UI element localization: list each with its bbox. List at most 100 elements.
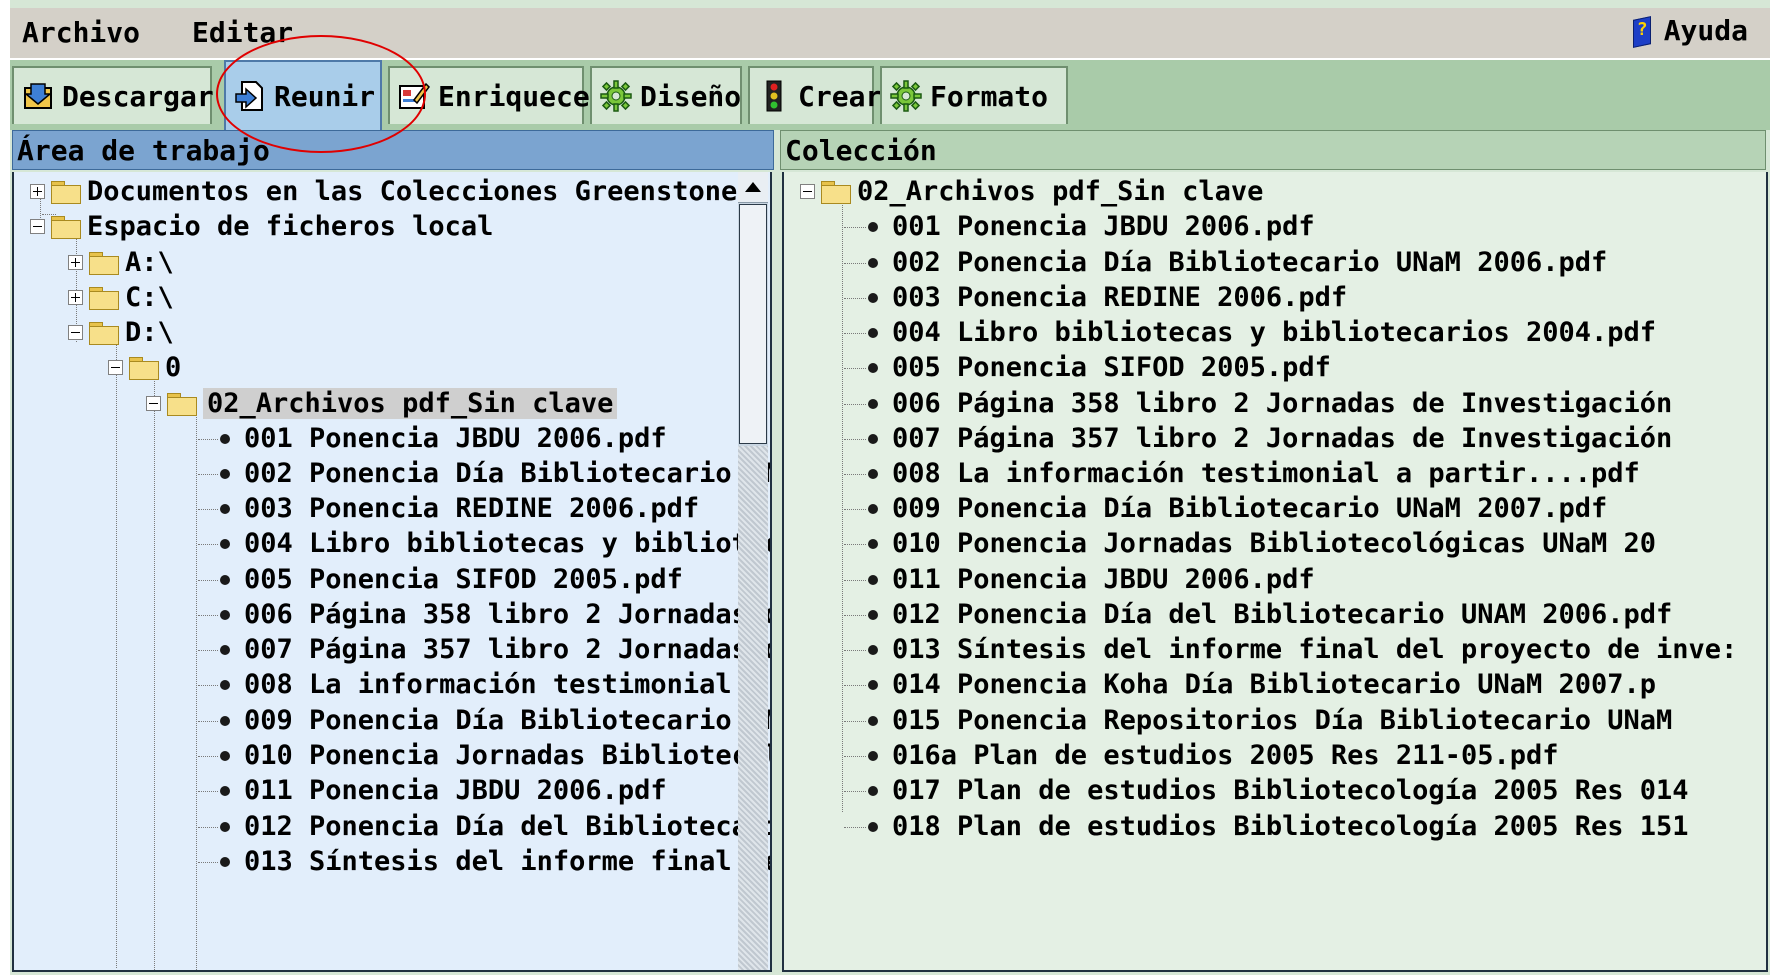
- file-bullet-icon: [868, 362, 878, 373]
- collection-folder-node[interactable]: 02_Archivos pdf_Sin clave: [800, 174, 1263, 209]
- file-label: 013 Síntesis del informe final del proye…: [892, 634, 1738, 665]
- file-bullet-icon: [868, 433, 878, 444]
- scroll-up-arrow-icon[interactable]: [738, 172, 768, 203]
- tree-node-drive-d[interactable]: D:\: [68, 315, 174, 350]
- tree-node-greenstone-collections[interactable]: Documentos en las Colecciones Greenstone: [30, 174, 737, 209]
- file-label: 004 Libro bibliotecas y bibliotecarios 2…: [892, 317, 1657, 348]
- file-label: 005 Ponencia SIFOD 2005.pdf: [244, 564, 683, 595]
- collection-file[interactable]: 014 Ponencia Koha Día Bibliotecario UNaM…: [868, 667, 1656, 702]
- file-bullet-icon: [868, 750, 878, 761]
- gear-icon: [600, 80, 632, 112]
- file-label: 008 La información testimonial a partir.…: [892, 458, 1640, 489]
- collection-file[interactable]: 016a Plan de estudios 2005 Res 211-05.pd…: [868, 738, 1558, 773]
- expand-icon[interactable]: [30, 184, 45, 199]
- tab-formato-label: Formato: [930, 79, 1049, 113]
- tree-file[interactable]: 008 La información testimonial a part: [220, 667, 770, 702]
- collection-file[interactable]: 007 Página 357 libro 2 Jornadas de Inves…: [868, 421, 1672, 456]
- file-bullet-icon: [220, 433, 230, 444]
- collection-file[interactable]: 008 La información testimonial a partir.…: [868, 456, 1640, 491]
- scrollbar-thumb[interactable]: [739, 204, 767, 444]
- file-label: 002 Ponencia Día Bibliotecario UNaM: [244, 458, 772, 489]
- tree-node-folder-0[interactable]: 0: [108, 350, 181, 385]
- file-label: 006 Página 358 libro 2 Jornadas de I: [244, 599, 772, 630]
- file-label: 002 Ponencia Día Bibliotecario UNaM 2006…: [892, 247, 1608, 278]
- tree-node-drive-c[interactable]: C:\: [68, 280, 174, 315]
- menu-ayuda[interactable]: ? Ayuda: [1630, 14, 1748, 48]
- open-folder-icon: [89, 321, 119, 345]
- collection-file[interactable]: 012 Ponencia Día del Bibliotecario UNAM …: [868, 597, 1672, 632]
- folder-icon: [89, 251, 119, 275]
- file-bullet-icon: [868, 292, 878, 303]
- tree-file[interactable]: 007 Página 357 libro 2 Jornadas de I: [220, 632, 770, 667]
- collection-file[interactable]: 001 Ponencia JBDU 2006.pdf: [868, 209, 1315, 244]
- tree-node-local-files[interactable]: Espacio de ficheros local: [30, 209, 493, 244]
- file-label: 001 Ponencia JBDU 2006.pdf: [892, 211, 1315, 242]
- scrollbar-track[interactable]: [738, 446, 768, 970]
- tab-crear[interactable]: Crear: [748, 66, 882, 124]
- collection-file[interactable]: 015 Ponencia Repositorios Día Biblioteca…: [868, 703, 1672, 738]
- file-bullet-icon: [868, 503, 878, 514]
- expand-icon[interactable]: [68, 255, 83, 270]
- download-icon: [22, 80, 54, 112]
- collection-panel-title: Colección: [780, 130, 1766, 170]
- collection-file[interactable]: 006 Página 358 libro 2 Jornadas de Inves…: [868, 386, 1672, 421]
- collection-file[interactable]: 005 Ponencia SIFOD 2005.pdf: [868, 350, 1331, 385]
- tree-node-label: C:\: [125, 282, 174, 313]
- collection-file[interactable]: 017 Plan de estudios Bibliotecología 200…: [868, 773, 1689, 808]
- collection-file[interactable]: 003 Ponencia REDINE 2006.pdf: [868, 280, 1347, 315]
- tree-file[interactable]: 012 Ponencia Día del Bibliotecario UN: [220, 809, 770, 844]
- workspace-tree-panel[interactable]: Documentos en las Colecciones Greenstone…: [12, 172, 772, 972]
- file-label: 003 Ponencia REDINE 2006.pdf: [244, 493, 700, 524]
- file-label: 015 Ponencia Repositorios Día Biblioteca…: [892, 705, 1673, 736]
- collection-file[interactable]: 013 Síntesis del informe final del proye…: [868, 632, 1737, 667]
- tab-formato[interactable]: Formato: [880, 66, 1068, 124]
- collection-file[interactable]: 011 Ponencia JBDU 2006.pdf: [868, 562, 1315, 597]
- file-label: 010 Ponencia Jornadas Bibliotecológicas …: [892, 528, 1657, 559]
- menu-archivo[interactable]: Archivo: [22, 16, 140, 49]
- tab-descargar[interactable]: Descargar: [12, 66, 214, 124]
- collapse-icon[interactable]: [30, 219, 45, 234]
- help-book-icon: ?: [1630, 15, 1654, 48]
- collapse-icon[interactable]: [108, 360, 123, 375]
- file-label: 017 Plan de estudios Bibliotecología 200…: [892, 775, 1689, 806]
- tree-file[interactable]: 013 Síntesis del informe final del proy: [220, 844, 770, 879]
- tree-file[interactable]: 006 Página 358 libro 2 Jornadas de I: [220, 597, 772, 632]
- tree-file[interactable]: 010 Ponencia Jornadas Bibliotecológi: [220, 738, 770, 773]
- collection-tree-panel[interactable]: 02_Archivos pdf_Sin clave 001 Ponencia J…: [782, 172, 1768, 972]
- file-bullet-icon: [220, 468, 230, 479]
- tree-file[interactable]: 011 Ponencia JBDU 2006.pdf: [220, 773, 667, 808]
- file-label: 016a Plan de estudios 2005 Res 211-05.pd…: [892, 740, 1559, 771]
- collapse-icon[interactable]: [68, 325, 83, 340]
- tree-file[interactable]: 002 Ponencia Día Bibliotecario UNaM: [220, 456, 772, 491]
- collapse-icon[interactable]: [146, 396, 161, 411]
- traffic-light-icon: [758, 80, 790, 112]
- tree-node-drive-a[interactable]: A:\: [68, 245, 174, 280]
- collection-file[interactable]: 004 Libro bibliotecas y bibliotecarios 2…: [868, 315, 1656, 350]
- tree-file[interactable]: 004 Libro bibliotecas y bibliotecarios: [220, 526, 770, 561]
- tab-diseno-label: Diseño: [640, 79, 742, 113]
- collapse-icon[interactable]: [800, 184, 815, 199]
- open-folder-icon: [167, 392, 197, 416]
- tree-file[interactable]: 003 Ponencia REDINE 2006.pdf: [220, 491, 699, 526]
- vertical-scrollbar[interactable]: [738, 172, 768, 970]
- file-bullet-icon: [220, 750, 230, 761]
- file-bullet-icon: [868, 221, 878, 232]
- open-folder-icon: [129, 356, 159, 380]
- collection-file[interactable]: 002 Ponencia Día Bibliotecario UNaM 2006…: [868, 245, 1607, 280]
- file-bullet-icon: [868, 327, 878, 338]
- tree-file[interactable]: 001 Ponencia JBDU 2006.pdf: [220, 421, 667, 456]
- file-bullet-icon: [868, 574, 878, 585]
- tab-crear-label: Crear: [798, 79, 883, 113]
- tree-file[interactable]: 005 Ponencia SIFOD 2005.pdf: [220, 562, 683, 597]
- collection-file[interactable]: 009 Ponencia Día Bibliotecario UNaM 2007…: [868, 491, 1607, 526]
- file-bullet-icon: [220, 821, 230, 832]
- tree-file[interactable]: 009 Ponencia Día Bibliotecario UNaM: [220, 703, 770, 738]
- expand-icon[interactable]: [68, 290, 83, 305]
- file-bullet-icon: [868, 821, 878, 832]
- file-bullet-icon: [868, 679, 878, 690]
- collection-file[interactable]: 010 Ponencia Jornadas Bibliotecológicas …: [868, 526, 1656, 561]
- folder-icon: [51, 180, 81, 204]
- collection-file[interactable]: 018 Plan de estudios Bibliotecología 200…: [868, 809, 1689, 844]
- tab-diseno[interactable]: Diseño: [590, 66, 742, 124]
- tree-node-archivos-pdf[interactable]: 02_Archivos pdf_Sin clave: [146, 386, 618, 421]
